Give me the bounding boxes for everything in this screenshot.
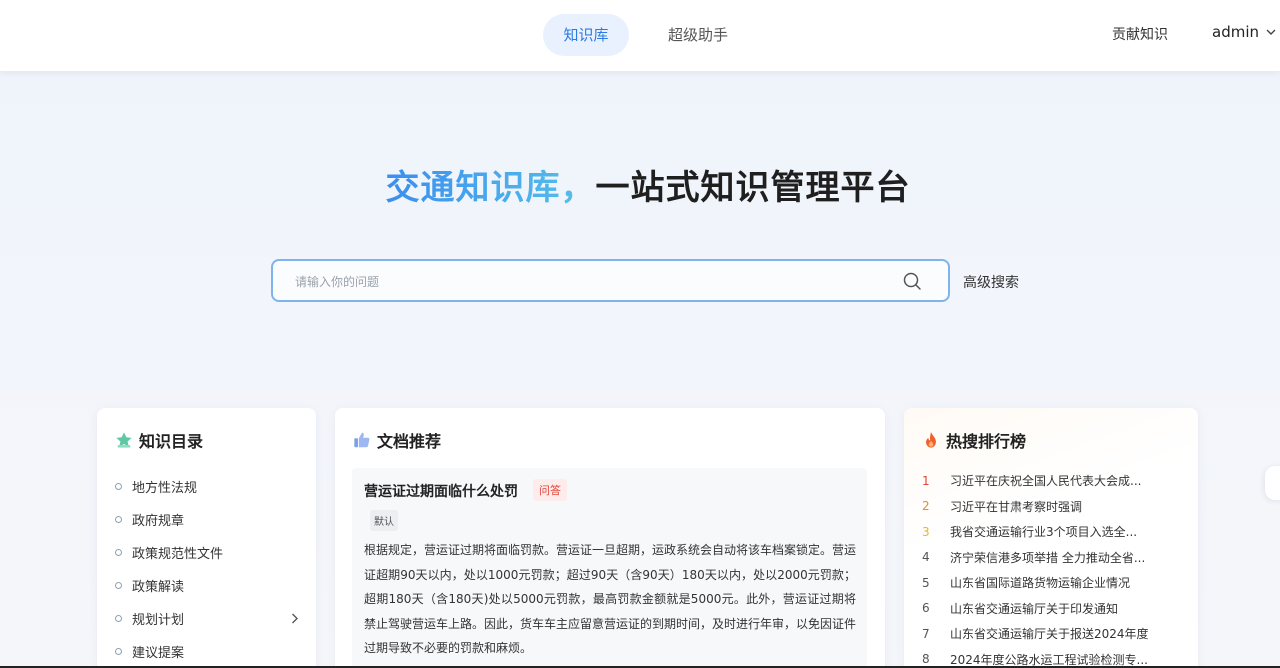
doc-body: 根据规定，营运证过期将面临罚款。营运证一旦超期，运政系统会自动将该车档案锁定。营… (364, 543, 857, 655)
star-icon (116, 432, 132, 448)
hero-title-highlight: 交通知识库， (385, 168, 596, 208)
hot-item-text: 山东省交通运输厅关于报送2024年度 (950, 627, 1149, 642)
search-icon[interactable] (902, 271, 922, 291)
catalog-item-proposals[interactable]: 建议提案 (115, 635, 300, 668)
thumbs-up-icon (354, 432, 370, 448)
chevron-right-icon (292, 613, 298, 624)
hot-rank: 6 (922, 601, 930, 616)
user-menu[interactable]: admin (1212, 23, 1277, 41)
hot-rank: 3 (922, 524, 930, 539)
search-input[interactable] (295, 272, 875, 292)
docs-header: 文档推荐 (353, 428, 441, 452)
hot-search-list: 1 习近平在庆祝全国人民代表大会成... 2 习近平在甘肃考察时强调 3 我省交… (922, 468, 1192, 668)
catalog-item-label: 地方性法规 (132, 481, 198, 496)
catalog-item-label: 政策解读 (132, 580, 185, 595)
tab-super-assistant[interactable]: 超级助手 (650, 14, 746, 56)
bullet-icon (115, 549, 122, 556)
hot-search-card: 热搜排行榜 1 习近平在庆祝全国人民代表大会成... 2 习近平在甘肃考察时强调… (904, 408, 1198, 668)
hot-rank: 7 (922, 626, 930, 641)
bullet-icon (115, 648, 122, 655)
hot-item[interactable]: 3 我省交通运输行业3个项目入选全... (922, 519, 1192, 545)
hot-rank: 8 (922, 652, 930, 667)
hot-rank: 5 (922, 575, 930, 590)
contribute-knowledge-link[interactable]: 贡献知识 (1112, 24, 1168, 44)
catalog-item-label: 规划计划 (132, 613, 185, 628)
doc-label-badge: 默认 (370, 510, 398, 531)
hot-rank: 2 (922, 499, 930, 514)
hot-header: 热搜排行榜 (922, 428, 1026, 452)
catalog-header: 知识目录 (115, 428, 203, 452)
hot-item[interactable]: 2 习近平在甘肃考察时强调 (922, 494, 1192, 520)
hot-item-text: 我省交通运输行业3个项目入选全... (950, 525, 1138, 540)
bullet-icon (115, 483, 122, 490)
knowledge-catalog-card: 知识目录 地方性法规 政府规章 政策规范性文件 政策解读 规划计划 建议提案 (97, 408, 316, 668)
top-nav-bar: 知识库 超级助手 贡献知识 admin (0, 0, 1280, 71)
catalog-item-gov-rules[interactable]: 政府规章 (115, 503, 300, 536)
search-box (271, 259, 950, 302)
hot-item[interactable]: 6 山东省交通运输厅关于印发通知 (922, 596, 1192, 622)
hot-item[interactable]: 4 济宁荣信港多项举措 全力推动全省... (922, 545, 1192, 571)
side-float-tab[interactable] (1265, 466, 1280, 500)
catalog-item-label: 政府规章 (132, 514, 185, 529)
hot-rank: 4 (922, 550, 930, 565)
doc-type-badge: 问答 (533, 479, 567, 501)
catalog-item-policy-interpretation[interactable]: 政策解读 (115, 569, 300, 602)
catalog-title: 知识目录 (139, 432, 204, 451)
hot-rank: 1 (922, 473, 930, 488)
hot-item-text: 习近平在庆祝全国人民代表大会成... (950, 474, 1142, 489)
catalog-item-planning[interactable]: 规划计划 (115, 602, 300, 635)
hot-item-text: 山东省国际道路货物运输企业情况 (950, 576, 1131, 591)
chevron-down-icon (1266, 29, 1276, 35)
fire-icon (926, 431, 936, 448)
catalog-item-label: 建议提案 (132, 646, 185, 661)
bullet-icon (115, 582, 122, 589)
user-name: admin (1212, 23, 1259, 41)
doc-item[interactable]: 营运证过期面临什么处罚 问答 默认 根据规定，营运证过期将面临罚款。营运证一旦超… (352, 468, 867, 668)
hot-item-text: 山东省交通运输厅关于印发通知 (950, 601, 1119, 616)
bullet-icon (115, 615, 122, 622)
hot-item[interactable]: 5 山东省国际道路货物运输企业情况 (922, 570, 1192, 596)
hero-title: 交通知识库，一站式知识管理平台 (0, 160, 1280, 209)
hot-item-text: 济宁荣信港多项举措 全力推动全省... (950, 550, 1146, 565)
tab-knowledge-base[interactable]: 知识库 (543, 14, 629, 56)
hot-item-text: 习近平在甘肃考察时强调 (950, 499, 1083, 514)
docs-title: 文档推荐 (377, 432, 442, 451)
hot-title: 热搜排行榜 (946, 432, 1027, 451)
hot-item[interactable]: 1 习近平在庆祝全国人民代表大会成... (922, 468, 1192, 494)
bullet-icon (115, 516, 122, 523)
catalog-item-local-regulations[interactable]: 地方性法规 (115, 470, 300, 503)
catalog-item-policy-docs[interactable]: 政策规范性文件 (115, 536, 300, 569)
catalog-list: 地方性法规 政府规章 政策规范性文件 政策解读 规划计划 建议提案 (115, 470, 300, 668)
advanced-search-link[interactable]: 高级搜索 (963, 272, 1019, 292)
hot-item[interactable]: 7 山东省交通运输厅关于报送2024年度 (922, 621, 1192, 647)
hero-title-rest: 一站式知识管理平台 (595, 168, 911, 208)
hot-item[interactable]: 8 2024年度公路水运工程试验检测专... (922, 647, 1192, 668)
doc-title: 营运证过期面临什么处罚 (364, 484, 518, 500)
catalog-item-label: 政策规范性文件 (132, 547, 224, 562)
document-recommend-card: 文档推荐 营运证过期面临什么处罚 问答 默认 根据规定，营运证过期将面临罚款。营… (335, 408, 885, 668)
